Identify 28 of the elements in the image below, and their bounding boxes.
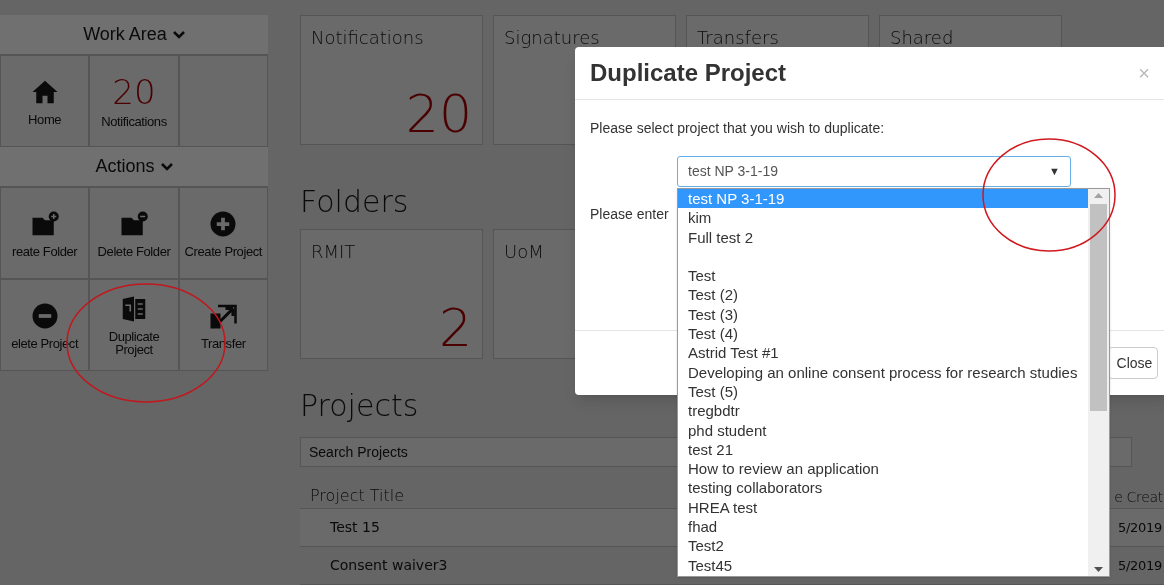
section-title: Work Area	[83, 23, 167, 46]
tile-label: Create Project	[183, 244, 264, 258]
card-title: Transfers	[697, 26, 779, 50]
table-cell-text: Test 15	[330, 518, 380, 537]
card-title: RMIT	[311, 240, 356, 264]
section-heading: Projects	[300, 387, 419, 425]
table-cell-text: Consent waiver3	[330, 556, 448, 575]
count-text: 20	[405, 88, 472, 140]
tile-label: Delete Folder	[96, 244, 172, 258]
table-cell-text: 5/2019	[1118, 518, 1162, 537]
section-title: Actions	[95, 155, 155, 178]
card-title: Signatures	[504, 26, 600, 50]
tile-label: Home	[27, 112, 63, 126]
prompt-text: Please enter	[590, 205, 669, 224]
tile-label: Duplicate Project	[107, 330, 161, 356]
count-text: 20	[112, 74, 156, 109]
modal-title: Duplicate Project	[590, 58, 787, 88]
tile-label: Notifications	[100, 114, 168, 128]
card-title: UoM	[504, 240, 544, 264]
count-text: 2	[438, 302, 472, 354]
card-title: Shared	[890, 26, 954, 50]
table-cell-text: 5/2019	[1118, 556, 1162, 575]
selected-value: test NP 3-1-19	[688, 162, 778, 181]
tile-label: reate Folder	[11, 244, 79, 258]
dropdown-arrow-icon: ▼	[1049, 163, 1060, 180]
card-title: Notifications	[311, 26, 424, 50]
prompt-text: Please select project that you wish to duplicate:	[590, 119, 885, 138]
section-heading: Folders	[300, 183, 409, 221]
